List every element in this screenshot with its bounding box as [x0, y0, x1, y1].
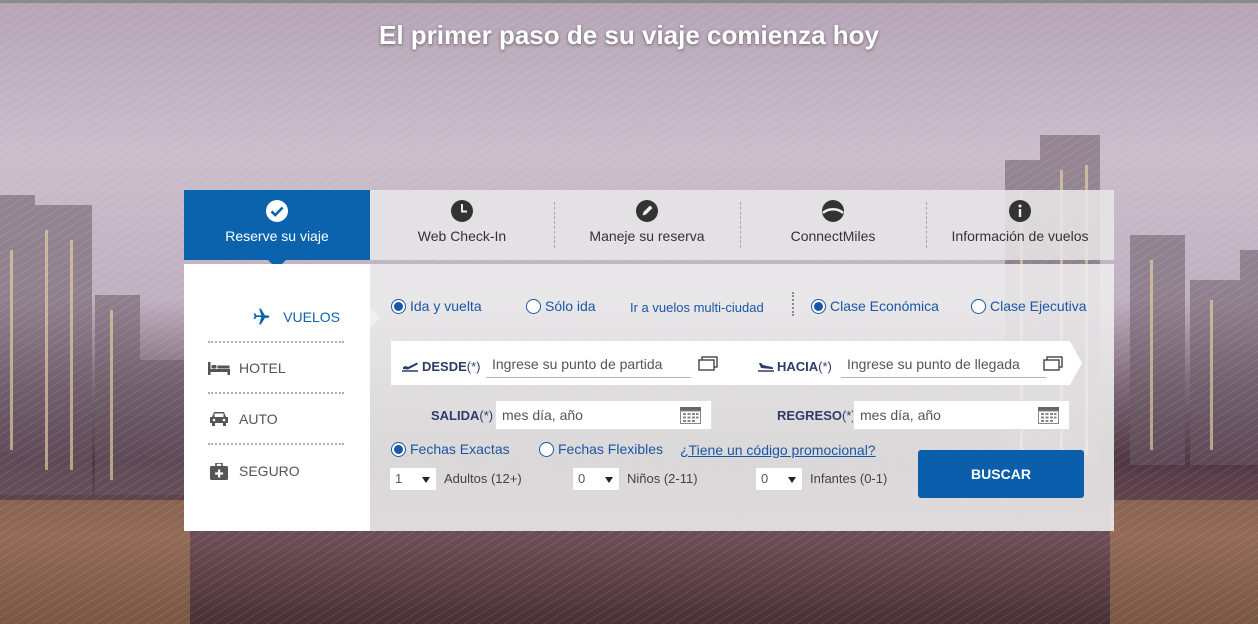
- chevron-down-icon: [422, 477, 430, 483]
- adults-label: Adultos (12+): [444, 471, 522, 486]
- tab-label: Maneje su reserva: [589, 228, 705, 244]
- radio-economy-class[interactable]: Clase Económica: [811, 298, 939, 314]
- top-border: [0, 0, 1258, 3]
- pencil-icon: [635, 199, 659, 223]
- radio-label: Ida y vuelta: [410, 298, 482, 314]
- radio-oneway[interactable]: Sólo ida: [526, 298, 596, 314]
- return-label: REGRESO(*): [777, 408, 856, 423]
- adults-select[interactable]: 1: [389, 467, 437, 491]
- booking-tabs: Reserve su viaje Web Check-In Maneje su …: [184, 190, 1114, 269]
- connectmiles-logo-icon: [821, 199, 845, 223]
- nav-item-insurance[interactable]: SEGURO: [208, 446, 344, 496]
- airplane-icon: [249, 306, 271, 328]
- nav-item-flights[interactable]: VUELOS: [208, 293, 344, 343]
- tab-label: ConnectMiles: [790, 228, 876, 244]
- nav-item-car[interactable]: AUTO: [208, 395, 344, 445]
- product-nav: VUELOS HOTEL AUTO SEGURO: [184, 264, 380, 531]
- check-circle-icon: [265, 199, 289, 223]
- radio-business-class[interactable]: Clase Ejecutiva: [971, 298, 1087, 314]
- radio-label: Fechas Exactas: [410, 441, 510, 457]
- from-input[interactable]: [486, 350, 691, 378]
- radio-circle: [539, 441, 554, 457]
- tab-manage-booking[interactable]: Maneje su reserva: [554, 190, 740, 260]
- radio-circle: [811, 298, 826, 314]
- children-select[interactable]: 0: [572, 467, 620, 491]
- flight-search-form: Ida y vuelta Sólo ida Ir a vuelos multi-…: [370, 264, 1114, 531]
- radio-circle: [391, 441, 406, 457]
- tab-web-checkin[interactable]: Web Check-In: [370, 190, 554, 260]
- to-label: HACIA(*): [777, 359, 832, 374]
- calendar-icon[interactable]: [1038, 407, 1059, 424]
- clock-icon: [450, 199, 474, 223]
- nav-label: AUTO: [239, 411, 278, 427]
- nav-label: VUELOS: [283, 309, 340, 325]
- tab-label: Web Check-In: [417, 228, 507, 244]
- chevron-down-icon: [788, 477, 796, 483]
- tab-flight-info[interactable]: Información de vuelos: [926, 190, 1114, 260]
- chevron-down-icon: [605, 477, 613, 483]
- search-button[interactable]: BUSCAR: [918, 450, 1084, 498]
- to-input[interactable]: [841, 350, 1046, 378]
- tab-reserve-trip[interactable]: Reserve su viaje: [184, 190, 370, 269]
- infants-select[interactable]: 0: [755, 467, 803, 491]
- page-title: El primer paso de su viaje comienza hoy: [379, 20, 879, 50]
- children-label: Niños (2-11): [627, 471, 698, 486]
- radio-flexible-dates[interactable]: Fechas Flexibles: [539, 441, 663, 457]
- calendar-icon[interactable]: [680, 407, 701, 424]
- radio-circle: [391, 298, 406, 314]
- tab-connectmiles[interactable]: ConnectMiles: [740, 190, 926, 260]
- landing-icon: [757, 359, 775, 377]
- bed-icon: [208, 357, 230, 379]
- radio-label: Clase Económica: [830, 298, 939, 314]
- radio-roundtrip[interactable]: Ida y vuelta: [391, 298, 482, 314]
- medical-kit-icon: [208, 460, 230, 482]
- infants-label: Infantes (0-1): [810, 471, 888, 486]
- divider: [792, 292, 794, 316]
- radio-exact-dates[interactable]: Fechas Exactas: [391, 441, 510, 457]
- airport-list-icon[interactable]: [1043, 356, 1063, 377]
- airport-list-icon[interactable]: [698, 356, 718, 377]
- radio-circle: [526, 298, 541, 314]
- takeoff-icon: [401, 359, 419, 377]
- tab-label: Información de vuelos: [951, 228, 1089, 244]
- depart-label: SALIDA(*): [431, 408, 494, 423]
- radio-label: Fechas Flexibles: [558, 441, 664, 457]
- nav-label: HOTEL: [239, 360, 286, 376]
- info-icon: [1008, 199, 1032, 223]
- nav-item-hotel[interactable]: HOTEL: [208, 344, 344, 394]
- nav-label: SEGURO: [239, 463, 300, 479]
- multicity-link[interactable]: Ir a vuelos multi-ciudad: [630, 300, 764, 315]
- tab-label: Reserve su viaje: [225, 228, 329, 244]
- car-icon: [208, 408, 230, 430]
- from-label: DESDE(*): [422, 359, 481, 374]
- promo-code-link[interactable]: ¿Tiene un código promocional?: [680, 442, 876, 458]
- radio-label: Clase Ejecutiva: [990, 298, 1087, 314]
- radio-circle: [971, 298, 986, 314]
- radio-label: Sólo ida: [545, 298, 596, 314]
